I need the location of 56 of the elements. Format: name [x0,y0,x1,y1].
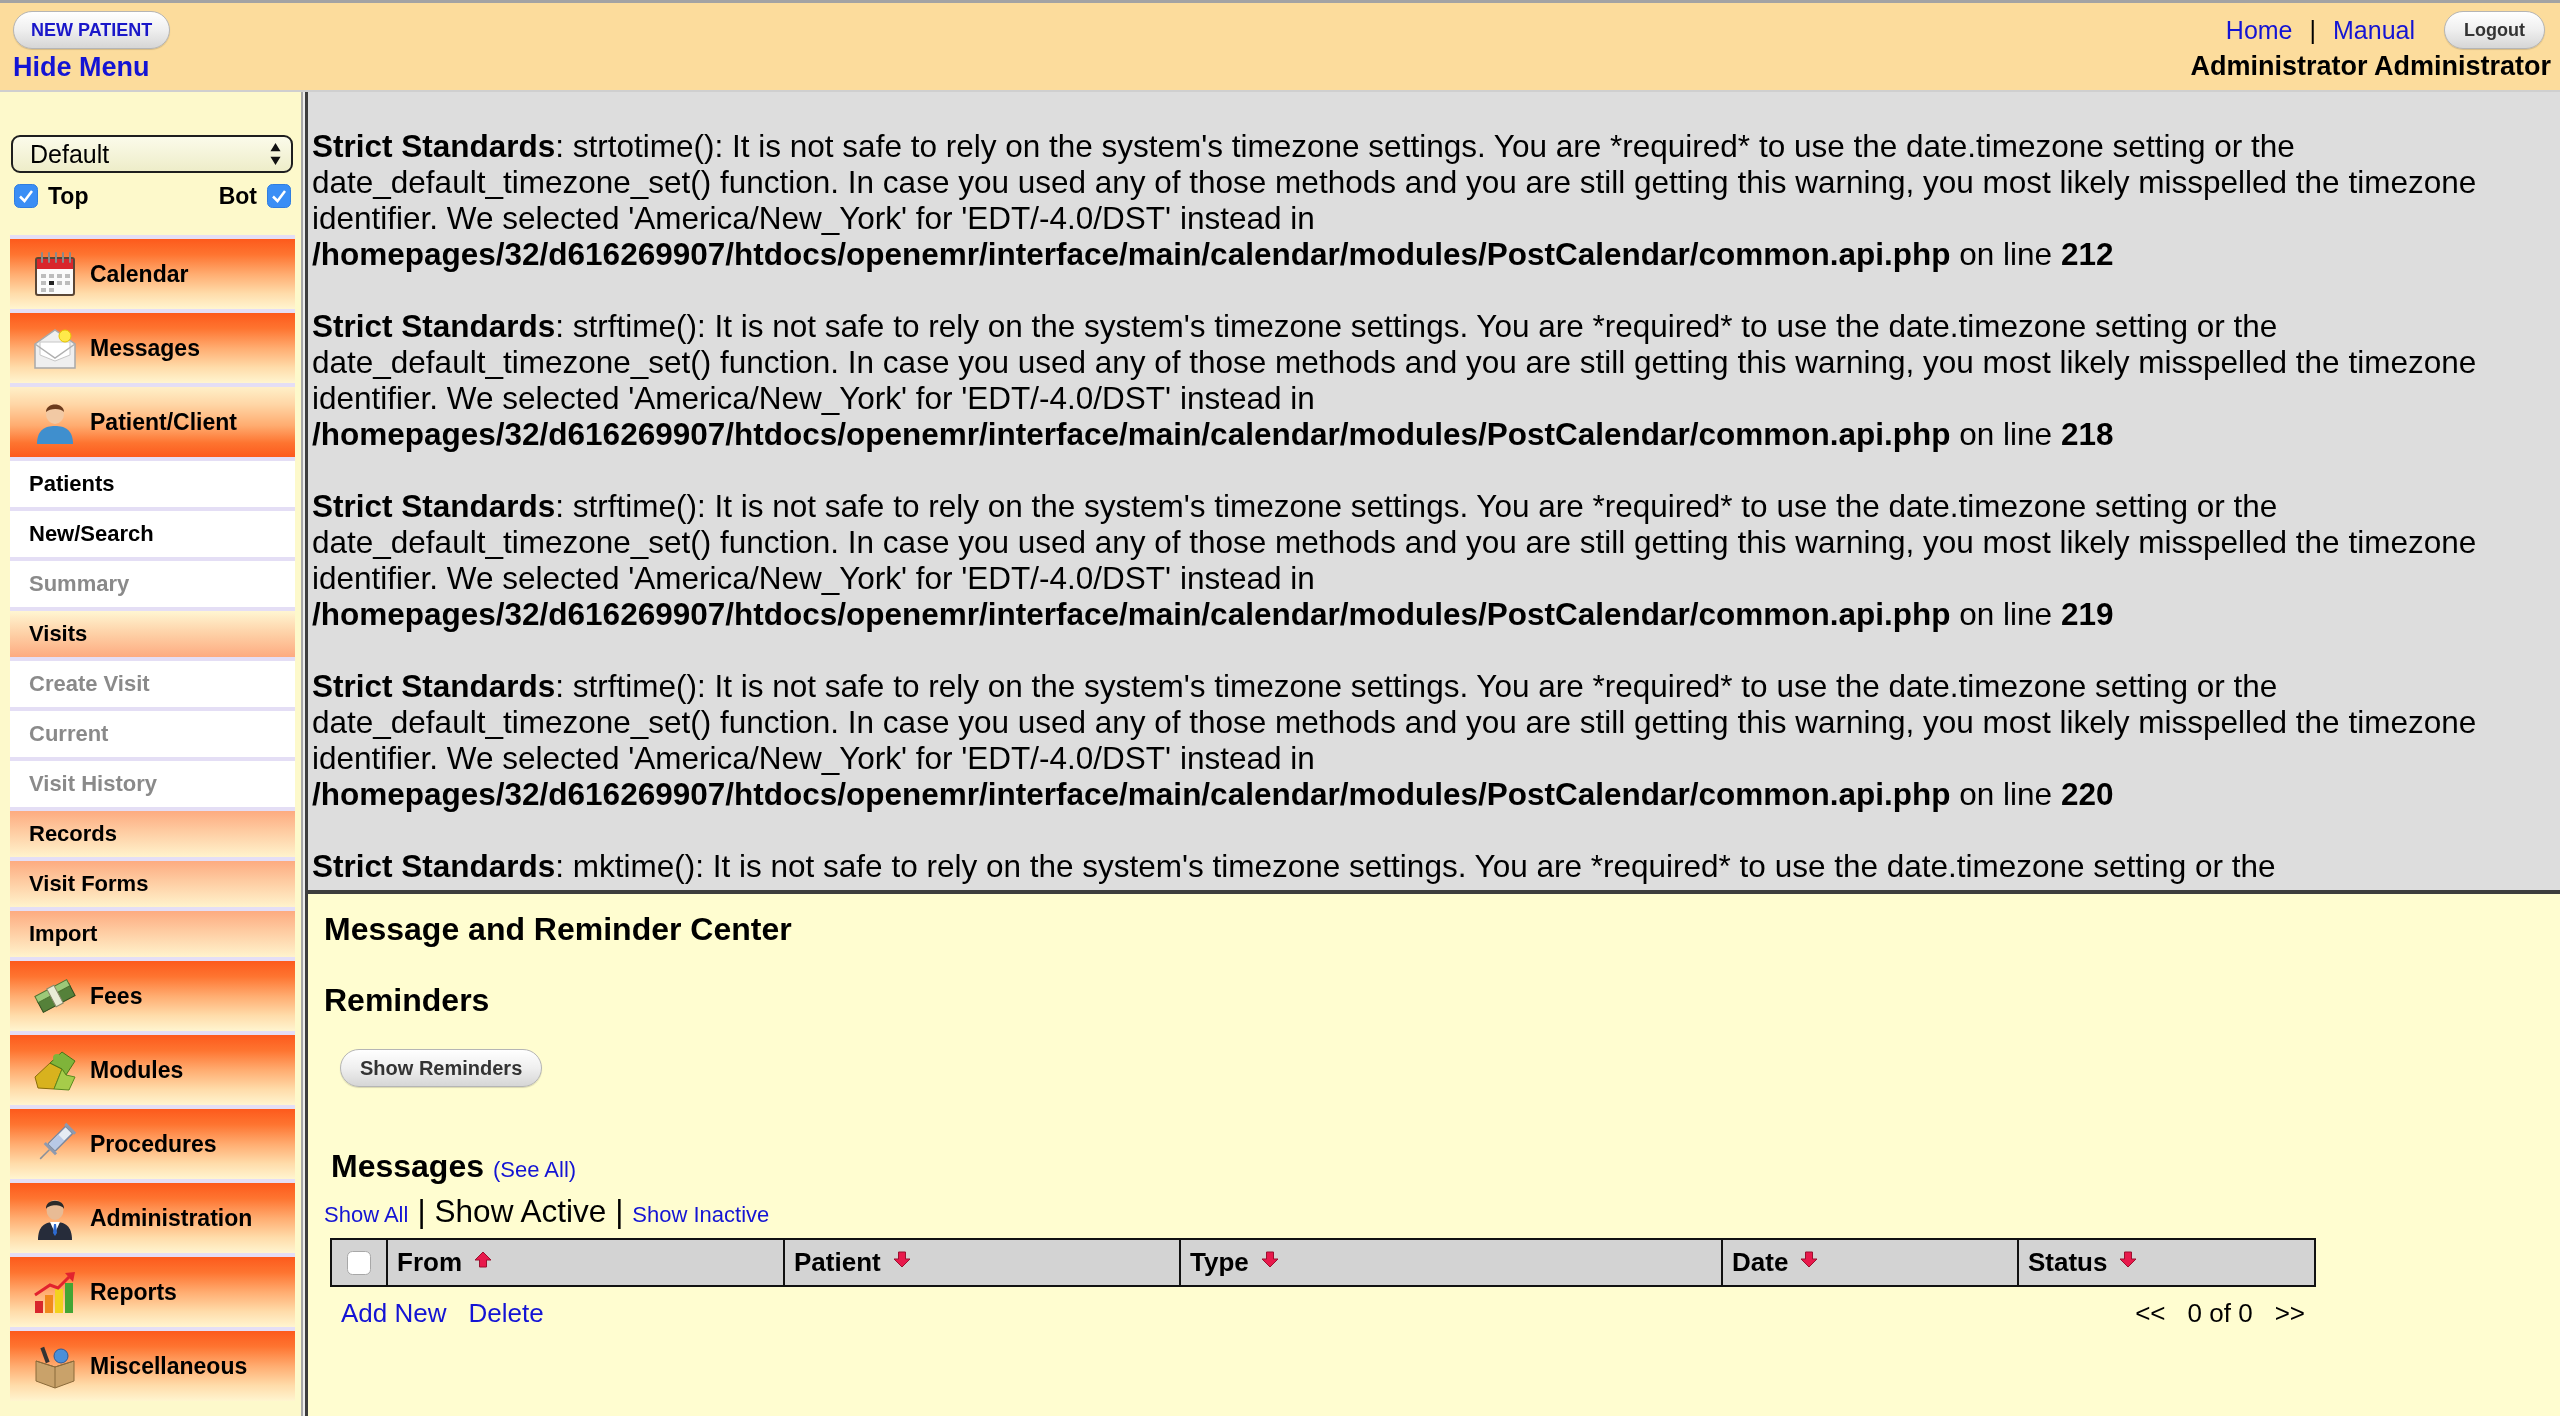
updown-arrows-icon [270,142,281,166]
filter-separator: | [615,1193,624,1229]
menu-item[interactable]: Patients [10,457,295,507]
warning-message: Strict Standards: strftime(): It is not safe to rely on the system's timezone settings. You are *required* to use the date.timezone setting or the date_default_timezone_set() function. In case you used any of those methods and you are still getting this warning, you most likely misspelled the timezone identifier. We selected 'America/New_York' for 'EDT/-4.0/DST' instead in /homepages/32/d616269907/htdocs/openemr/interface/main/calendar/modules/PostCalendar/common.api.php on line 218 [312,308,2478,452]
column-header[interactable]: Date [1721,1240,2017,1285]
previous-page-link[interactable]: << [2135,1298,2166,1328]
active-filter-label: Show Active [434,1193,607,1229]
header-link[interactable]: Manual [2333,15,2415,45]
hide-menu-link[interactable]: Hide Menu [13,52,150,83]
link-separator: | [2309,15,2316,45]
view-select[interactable]: Default [11,135,293,173]
action-link[interactable]: Add New [341,1298,447,1328]
menu-item[interactable]: Procedures [10,1105,295,1179]
next-page-link[interactable]: >> [2274,1298,2305,1328]
bar-chart-icon [32,1269,78,1315]
menu-group[interactable]: Visit Forms [10,857,295,907]
checkbox-label: Bot [218,182,257,210]
warning-message: Strict Standards: mktime(): It is not safe to rely on the system's timezone settings. You are *required* to use the date.timezone setting or the [312,848,2277,884]
menu-group[interactable]: Records [10,807,295,857]
action-link[interactable]: Delete [468,1298,544,1328]
checkbox-label: Top [48,182,89,210]
menu-item[interactable]: Patient/Client [10,383,295,457]
filter-link[interactable]: Show Inactive [632,1197,770,1233]
column-header[interactable]: Type [1179,1240,1721,1285]
header-link[interactable]: Home [2225,15,2293,45]
menu-group[interactable]: Import [10,907,295,957]
page-count: 0 of 0 [2187,1298,2253,1328]
menu-item[interactable]: Messages [10,309,295,383]
checkbox[interactable] [14,184,38,208]
column-header[interactable]: Status [2017,1240,2314,1285]
filter-separator: | [417,1193,426,1229]
new-patient-button[interactable]: NEW PATIENT [13,11,171,49]
section-heading: Messages [331,1148,484,1185]
menu-group[interactable]: Visits [10,607,295,657]
column-header[interactable]: Patient [783,1240,1179,1285]
warning-message: Strict Standards: strftime(): It is not safe to rely on the system's timezone settings. You are *required* to use the date.timezone setting or the date_default_timezone_set() function. In case you used any of those methods and you are still getting this warning, you most likely misspelled the timezone identifier. We selected 'America/New_York' for 'EDT/-4.0/DST' instead in /homepages/32/d616269907/htdocs/openemr/interface/main/calendar/modules/PostCalendar/common.api.php on line 219 [312,488,2478,632]
see-all-link[interactable]: (See All) [493,1157,577,1183]
warning-message: Strict Standards: strtotime(): It is not safe to rely on the system's timezone settings. You are *required* to use the date.timezone setting or the date_default_timezone_set() function. In case you used any of those methods and you are still getting this warning, you most likely misspelled the timezone identifier. We selected 'America/New_York' for 'EDT/-4.0/DST' instead in /homepages/32/d616269907/htdocs/openemr/interface/main/calendar/modules/PostCalendar/common.api.php on line 212 [312,128,2478,272]
menu-item[interactable]: Administration [10,1179,295,1253]
menu-item[interactable]: Miscellaneous [10,1327,295,1401]
menu-item[interactable]: Fees [10,957,295,1031]
column-header[interactable]: From [386,1240,783,1285]
warning-message: Strict Standards: strftime(): It is not safe to rely on the system's timezone settings. You are *required* to use the date.timezone setting or the date_default_timezone_set() function. In case you used any of those methods and you are still getting this warning, you most likely misspelled the timezone identifier. We selected 'America/New_York' for 'EDT/-4.0/DST' instead in /homepages/32/d616269907/htdocs/openemr/interface/main/calendar/modules/PostCalendar/common.api.php on line 220 [312,668,2478,812]
checkbox[interactable] [267,184,291,208]
section-heading: Reminders [324,982,491,1019]
user-name: Administrator Administrator [2190,51,2551,82]
checkbox[interactable] [347,1250,371,1275]
menu-item[interactable]: Reports [10,1253,295,1327]
menu-item[interactable]: Modules [10,1031,295,1105]
logout-button[interactable]: Logout [2444,11,2545,49]
menu-item[interactable]: New/Search [10,507,295,557]
page-title: Message and Reminder Center [324,911,793,948]
filter-link[interactable]: Show All [324,1197,409,1233]
show-reminders-button[interactable]: Show Reminders [340,1049,543,1087]
menu-item[interactable]: Calendar [10,235,295,309]
calendar-icon [32,251,78,297]
